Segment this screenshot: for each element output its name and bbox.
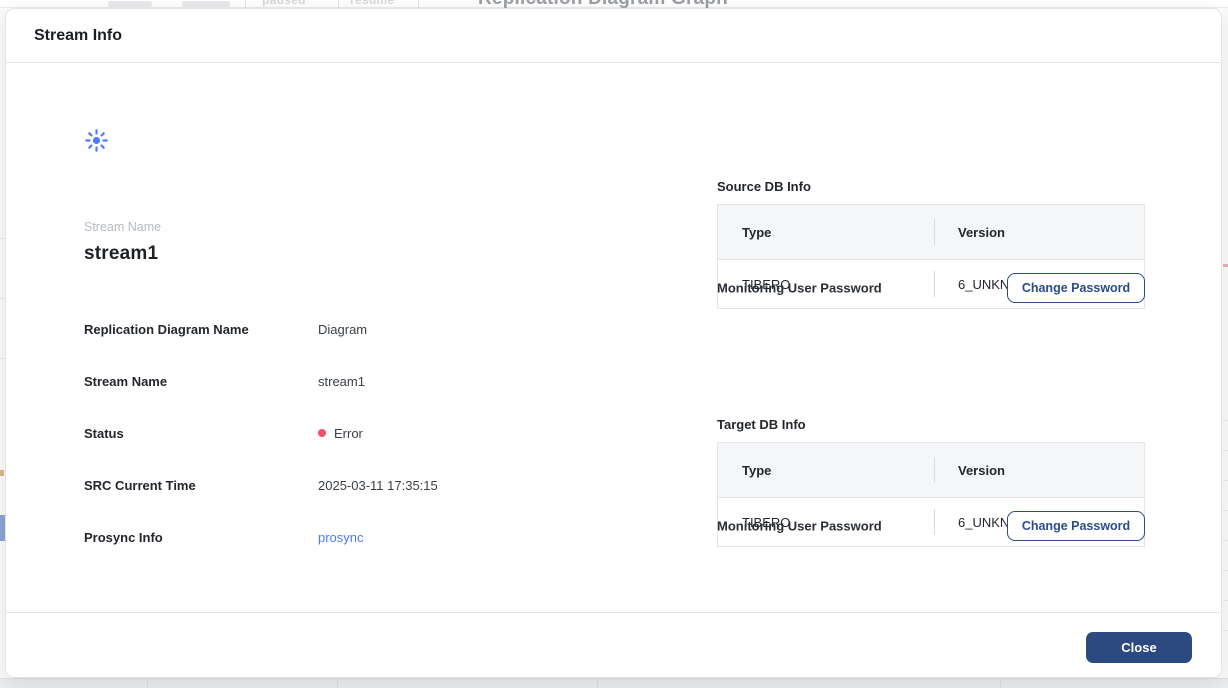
monitoring-user-password-label: Monitoring User Password: [717, 519, 882, 534]
column-header-version: Version: [934, 205, 1144, 259]
background-grid-line: [147, 679, 148, 688]
background-resume-button: resume: [350, 0, 395, 7]
background-right-sliver: [1223, 8, 1228, 678]
detail-value: Diagram: [318, 322, 367, 337]
dialog-header: Stream Info: [6, 9, 1221, 63]
background-node-fragment: [1223, 264, 1228, 267]
table-header-row: Type Version: [718, 443, 1144, 498]
column-header-version: Version: [934, 443, 1144, 497]
screen: paused resume Replication Diagram Graph …: [0, 0, 1228, 688]
detail-label: Stream Name: [84, 374, 318, 389]
stream-info-dialog: Stream Info Stream Name stream1: [5, 8, 1222, 678]
detail-label: Prosync Info: [84, 530, 318, 545]
source-change-password-button[interactable]: Change Password: [1007, 273, 1145, 303]
target-db-info-title: Target DB Info: [717, 417, 806, 432]
background-paused-button: paused: [262, 0, 306, 7]
prosync-link[interactable]: prosync: [318, 530, 364, 545]
detail-row-stream-name: Stream Name stream1: [84, 372, 644, 390]
background-grid-line: [1000, 679, 1001, 688]
target-monitoring-password-row: Monitoring User Password Change Password: [717, 511, 1145, 541]
column-header-type: Type: [718, 443, 934, 497]
background-node-fragment: [0, 470, 4, 476]
monitoring-user-password-label: Monitoring User Password: [717, 281, 882, 296]
detail-label: Replication Diagram Name: [84, 322, 318, 337]
background-toolbar-separator: [418, 0, 419, 8]
detail-row-src-current-time: SRC Current Time 2025-03-11 17:35:15: [84, 476, 644, 494]
detail-label: SRC Current Time: [84, 478, 318, 493]
detail-label: Status: [84, 426, 318, 441]
close-button[interactable]: Close: [1086, 632, 1192, 663]
source-db-info-title: Source DB Info: [717, 179, 811, 194]
stream-burst-icon: [85, 129, 108, 152]
background-grid-line: [597, 679, 598, 688]
status-text: Error: [334, 426, 363, 441]
target-change-password-button[interactable]: Change Password: [1007, 511, 1145, 541]
background-page-top: paused resume Replication Diagram Graph: [0, 0, 1228, 8]
dialog-title: Stream Info: [34, 9, 122, 63]
detail-row-replication-diagram-name: Replication Diagram Name Diagram: [84, 320, 644, 338]
source-monitoring-password-row: Monitoring User Password Change Password: [717, 273, 1145, 303]
dialog-body: Stream Name stream1 Replication Diagram …: [6, 63, 1221, 614]
background-button-stub: [108, 1, 152, 7]
background-page-title: Replication Diagram Graph: [478, 0, 728, 8]
error-status-dot-icon: [318, 429, 326, 437]
background-grid-line: [337, 679, 338, 688]
detail-value: 2025-03-11 17:35:15: [318, 478, 438, 493]
column-header-type: Type: [718, 205, 934, 259]
detail-value: stream1: [318, 374, 365, 389]
status-value: Error: [318, 426, 363, 441]
table-header-row: Type Version: [718, 205, 1144, 260]
background-toolbar-separator: [338, 0, 339, 8]
dialog-footer: Close: [6, 612, 1221, 677]
detail-row-prosync-info: Prosync Info prosync: [84, 528, 644, 546]
detail-row-status: Status Error: [84, 424, 644, 442]
stream-name-value: stream1: [84, 243, 158, 265]
background-toolbar-separator: [245, 0, 246, 8]
background-button-stub: [182, 1, 230, 7]
stream-name-label: Stream Name: [84, 220, 161, 234]
background-page-bottom: [0, 678, 1228, 688]
